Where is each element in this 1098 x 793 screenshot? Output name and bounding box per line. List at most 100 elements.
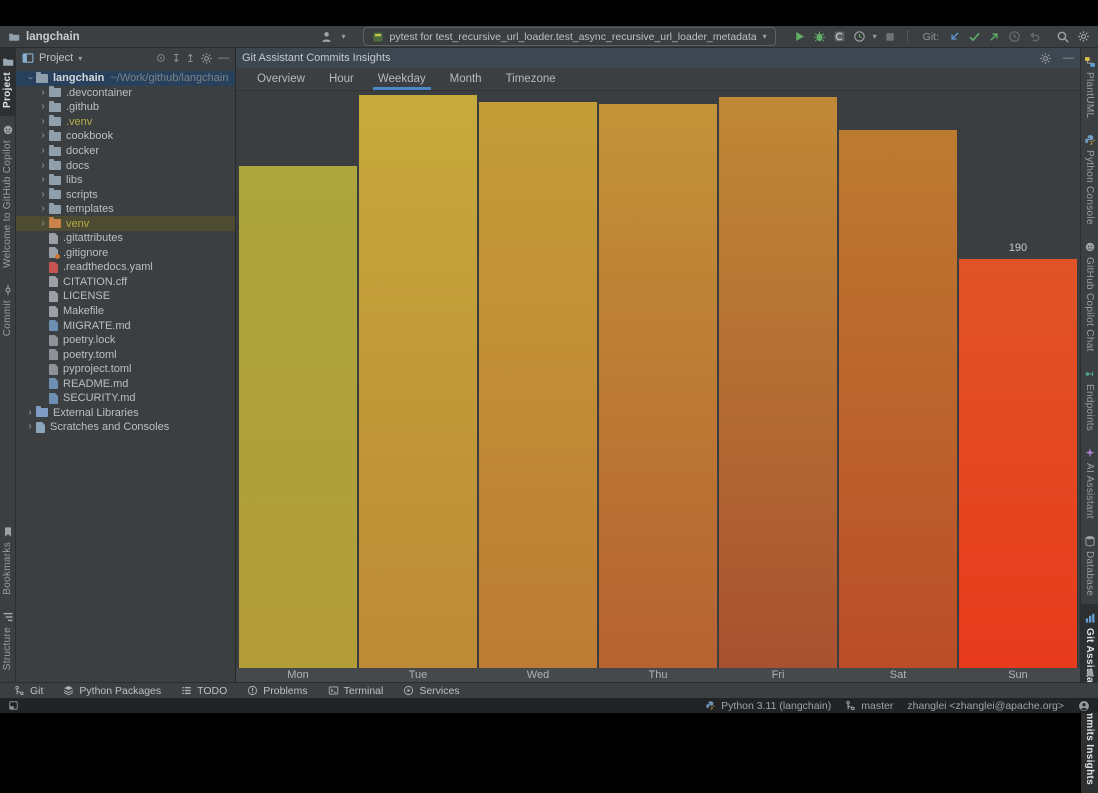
tree-chevron-icon[interactable]: › (37, 102, 49, 112)
tree-chevron-icon[interactable]: › (37, 175, 49, 185)
bottom-stripe-item-python-packages[interactable]: Python Packages (63, 685, 161, 697)
tree-row-docker[interactable]: ›docker (16, 144, 235, 159)
tree-row-citation-cff[interactable]: CITATION.cff (16, 275, 235, 290)
tree-row-poetry-lock[interactable]: poetry.lock (16, 333, 235, 348)
tree-chevron-icon[interactable]: › (37, 161, 49, 171)
tool-stripe-item-github-copilot-chat[interactable]: GitHub Copilot Chat (1081, 233, 1098, 360)
tree-row-makefile[interactable]: Makefile (16, 304, 235, 319)
tree-row-devcontainer[interactable]: ›.devcontainer (16, 86, 235, 101)
hide-panel-button[interactable]: — (218, 52, 229, 64)
tool-stripe-item-python-console[interactable]: Python Console (1081, 126, 1098, 233)
bar-tue[interactable] (359, 95, 477, 668)
tree-row-templates[interactable]: ›templates (16, 202, 235, 217)
tree-row-security-md[interactable]: SECURITY.md (16, 391, 235, 406)
collapse-all-button[interactable]: ↥ (186, 52, 195, 65)
search-everywhere-button[interactable] (1056, 30, 1070, 44)
bar-column-mon[interactable] (239, 91, 357, 668)
project-view-chevron-icon[interactable]: ▾ (78, 54, 82, 63)
tree-chevron-icon[interactable]: › (37, 131, 49, 141)
tab-weekday[interactable]: Weekday (369, 68, 435, 90)
run-button[interactable] (793, 30, 806, 43)
bar-sun[interactable] (959, 259, 1077, 668)
coverage-button[interactable] (833, 30, 846, 43)
tree-row-pyproject-toml[interactable]: pyproject.toml (16, 362, 235, 377)
bar-column-sat[interactable] (839, 91, 957, 668)
tree-row-cookbook[interactable]: ›cookbook (16, 129, 235, 144)
bottom-stripe-item-problems[interactable]: Problems (247, 685, 307, 697)
debug-button[interactable] (813, 30, 826, 43)
code-with-me-chevron-icon[interactable]: ▾ (341, 32, 345, 41)
tree-chevron-icon[interactable]: › (24, 408, 36, 418)
tree-chevron-icon[interactable]: › (37, 146, 49, 156)
bar-wed[interactable] (479, 102, 597, 668)
run-configuration-select[interactable]: pytest for test_recursive_url_loader.tes… (363, 27, 776, 46)
git-update-button[interactable] (948, 30, 961, 43)
tree-chevron-icon[interactable]: › (37, 204, 49, 214)
user-account-icon[interactable] (1078, 700, 1090, 712)
tree-row-docs[interactable]: ›docs (16, 158, 235, 173)
tree-chevron-icon[interactable]: › (24, 422, 36, 432)
profiler-chevron-icon[interactable]: ▾ (873, 32, 877, 41)
bar-fri[interactable] (719, 97, 837, 668)
git-branch-widget[interactable]: master (845, 700, 893, 712)
tool-stripe-item-ai-assistant[interactable]: AI Assistant (1081, 439, 1098, 527)
git-commit-button[interactable] (968, 30, 981, 43)
tree-row-poetry-toml[interactable]: poetry.toml (16, 347, 235, 362)
tab-month[interactable]: Month (441, 68, 491, 90)
tree-row-github[interactable]: ›.github (16, 100, 235, 115)
bottom-stripe-item-todo[interactable]: TODO (181, 685, 227, 697)
notifications-bell-icon[interactable] (1084, 668, 1096, 680)
bottom-stripe-item-git[interactable]: Git (14, 685, 43, 697)
tool-stripe-item-database[interactable]: Database (1081, 527, 1098, 604)
code-with-me-icon[interactable] (320, 30, 334, 44)
tree-row-readthedocs-yaml[interactable]: .readthedocs.yaml (16, 260, 235, 275)
tree-chevron-icon[interactable]: › (25, 72, 35, 84)
tree-row-gitignore[interactable]: .gitignore (16, 246, 235, 261)
bottom-stripe-item-services[interactable]: Services (403, 685, 459, 697)
expand-all-button[interactable]: ↧ (172, 52, 181, 65)
tree-row-license[interactable]: LICENSE (16, 289, 235, 304)
select-opened-file-button[interactable] (155, 52, 167, 64)
tree-row-migrate-md[interactable]: MIGRATE.md (16, 318, 235, 333)
tool-stripe-item-commit[interactable]: Commit (0, 276, 15, 344)
bar-column-thu[interactable] (599, 91, 717, 668)
bar-mon[interactable] (239, 166, 357, 668)
python-interpreter-widget[interactable]: Python 3.11 (langchain) (705, 700, 831, 712)
bottom-stripe-item-terminal[interactable]: Terminal (328, 685, 384, 697)
tree-row-libs[interactable]: ›libs (16, 173, 235, 188)
tree-row-scratches-and-consoles[interactable]: ›Scratches and Consoles (16, 420, 235, 435)
tool-stripe-item-plantuml[interactable]: PlantUML (1081, 48, 1098, 126)
tree-row-external-libraries[interactable]: ›External Libraries (16, 406, 235, 421)
tool-stripe-item-project[interactable]: Project (0, 48, 15, 116)
restore-layout-icon[interactable] (8, 700, 19, 711)
tool-stripe-item-structure[interactable]: Structure (0, 603, 15, 678)
tree-chevron-icon[interactable]: › (37, 117, 49, 127)
bar-column-tue[interactable] (359, 91, 477, 668)
tab-timezone[interactable]: Timezone (497, 68, 565, 90)
git-push-button[interactable] (988, 30, 1001, 43)
tool-stripe-item-welcome-to-github-copilot[interactable]: Welcome to GitHub Copilot (0, 116, 15, 276)
tool-stripe-item-bookmarks[interactable]: Bookmarks (0, 518, 15, 603)
vcs-user-widget[interactable]: zhanglei <zhanglei@apache.org> (907, 700, 1064, 712)
bar-column-wed[interactable] (479, 91, 597, 668)
tree-chevron-icon[interactable]: › (37, 88, 49, 98)
tree-chevron-icon[interactable]: › (37, 190, 49, 200)
tree-chevron-icon[interactable]: › (37, 219, 49, 229)
tree-row-readme-md[interactable]: README.md (16, 376, 235, 391)
project-options-button[interactable] (200, 52, 213, 65)
tree-row-venv[interactable]: ›.venv (16, 115, 235, 130)
tool-stripe-item-endpoints[interactable]: Endpoints (1081, 360, 1098, 439)
tree-row-venv[interactable]: ›venv (16, 216, 235, 231)
insights-options-button[interactable] (1039, 52, 1052, 65)
settings-button[interactable] (1077, 30, 1090, 43)
bar-column-fri[interactable] (719, 91, 837, 668)
tree-row-langchain[interactable]: ›langchain~/Work/github/langchain (16, 71, 235, 86)
tree-row-gitattributes[interactable]: .gitattributes (16, 231, 235, 246)
profiler-button[interactable] (853, 30, 866, 43)
bar-sat[interactable] (839, 130, 957, 668)
tree-row-scripts[interactable]: ›scripts (16, 187, 235, 202)
bar-thu[interactable] (599, 104, 717, 668)
tab-overview[interactable]: Overview (248, 68, 314, 90)
bar-column-sun[interactable]: 190 (959, 91, 1077, 668)
tab-hour[interactable]: Hour (320, 68, 363, 90)
